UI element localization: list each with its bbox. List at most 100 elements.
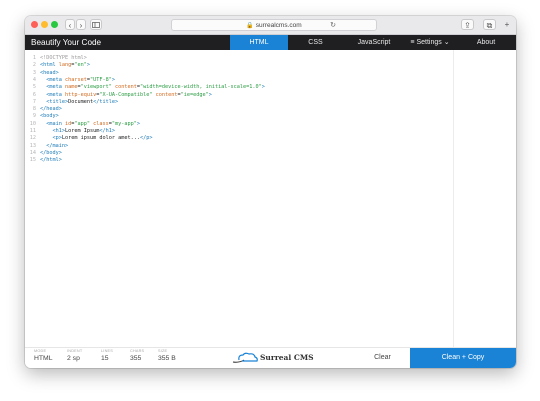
code-token: "X-UA-Compatible" bbox=[99, 91, 153, 98]
code-token: "ie=edge" bbox=[180, 91, 209, 98]
tab-css[interactable]: CSS bbox=[288, 35, 343, 50]
code-token: charset bbox=[65, 76, 87, 83]
code-token: "width=device-width, initial-scale=1.0" bbox=[139, 84, 262, 91]
code-token: </html> bbox=[40, 157, 62, 164]
line-number: 13 bbox=[29, 142, 36, 149]
code-token: "my-app" bbox=[111, 120, 137, 127]
code-line: </body> bbox=[40, 150, 62, 157]
settings-menu[interactable]: ≡ Settings ⌄ bbox=[405, 35, 455, 50]
line-number: 8 bbox=[32, 106, 36, 113]
stat-value: 355 B bbox=[158, 355, 176, 362]
tabs-overview-button[interactable]: ⧉ bbox=[483, 19, 496, 30]
code-token: "UTF-8" bbox=[90, 76, 112, 83]
code-line: <h1>Lorem Ipsum</h1> bbox=[40, 128, 115, 135]
line-number: 15 bbox=[29, 157, 36, 164]
code-token: > bbox=[136, 120, 140, 127]
about-link[interactable]: About bbox=[460, 35, 512, 50]
code-token: content bbox=[114, 84, 137, 91]
code-token: "en" bbox=[74, 62, 87, 69]
code-line: </html> bbox=[40, 157, 62, 164]
stat-lines: LINES 15 bbox=[101, 349, 113, 364]
code-line: <meta charset="UTF-8"> bbox=[40, 77, 115, 84]
code-token: <main bbox=[46, 120, 65, 127]
app-title: Beautify Your Code bbox=[31, 38, 102, 47]
code-line: <p>Lorem ipsum dolor amet...</p> bbox=[40, 135, 153, 142]
code-token: </head> bbox=[40, 106, 62, 113]
share-button[interactable]: ⇪ bbox=[461, 19, 474, 30]
status-footer: MODE HTML INDENT 2 sp LINES 15 CHARS 355… bbox=[25, 347, 516, 368]
code-line: <main id="app" class="my-app"> bbox=[40, 121, 140, 128]
new-tab-button[interactable]: + bbox=[501, 19, 513, 30]
code-token: <h1> bbox=[52, 128, 66, 134]
code-token: > bbox=[208, 91, 212, 98]
sidebar-toggle-button[interactable] bbox=[90, 19, 102, 30]
back-button[interactable]: ‹ bbox=[65, 19, 75, 30]
code-line: <html lang="en"> bbox=[40, 62, 90, 69]
code-token: > bbox=[261, 84, 265, 91]
stat-size: SIZE 355 B bbox=[158, 349, 176, 364]
code-token: Lorem ipsum dolor amet... bbox=[61, 135, 140, 142]
tab-html[interactable]: HTML bbox=[230, 35, 288, 50]
code-token: lang bbox=[58, 62, 72, 69]
code-line: <meta name="viewport" content="width=dev… bbox=[40, 84, 265, 91]
line-number: 2 bbox=[32, 62, 36, 69]
code-token: content bbox=[155, 91, 178, 98]
tabs-icon: ⧉ bbox=[486, 21, 493, 30]
code-token: </h1> bbox=[99, 128, 115, 134]
close-window-button[interactable] bbox=[31, 21, 38, 28]
minimize-window-button[interactable] bbox=[41, 21, 48, 28]
code-line: <meta http-equiv="X-UA-Compatible" conte… bbox=[40, 92, 212, 99]
line-number: 10 bbox=[29, 120, 36, 127]
code-token: <meta bbox=[46, 76, 65, 83]
chevron-left-icon: ‹ bbox=[68, 21, 72, 30]
stat-mode: MODE HTML bbox=[34, 349, 53, 364]
forward-button[interactable]: › bbox=[76, 19, 86, 30]
clean-copy-button[interactable]: Clean + Copy bbox=[410, 348, 516, 368]
stat-chars: CHARS 355 bbox=[130, 349, 144, 364]
stat-value: 2 sp bbox=[67, 355, 80, 362]
code-token: <meta bbox=[46, 91, 65, 98]
chevron-right-icon: › bbox=[79, 21, 83, 30]
code-line: </main> bbox=[40, 143, 68, 150]
code-token: Lorem Ipsum bbox=[65, 128, 100, 134]
clear-button[interactable]: Clear bbox=[355, 348, 410, 368]
code-token: name bbox=[65, 84, 78, 91]
tab-javascript[interactable]: JavaScript bbox=[343, 35, 405, 50]
stat-value: HTML bbox=[34, 355, 53, 362]
code-token: > bbox=[86, 62, 90, 69]
url-display: 🔒 surrealcms.com bbox=[172, 20, 376, 32]
line-number: 12 bbox=[29, 135, 36, 142]
code-token: "viewport" bbox=[80, 84, 112, 91]
editor-side-panel bbox=[453, 50, 516, 347]
address-bar[interactable]: 🔒 surrealcms.com ↻ bbox=[171, 19, 377, 31]
code-line: <head> bbox=[40, 70, 59, 77]
code-editor[interactable]: 1 <!DOCTYPE html> 2 <html lang="en"> 3 <head>… bbox=[25, 50, 453, 347]
code-token: Document bbox=[68, 98, 94, 105]
cloud-logo-icon bbox=[232, 352, 258, 363]
line-number: 7 bbox=[32, 98, 36, 105]
code-token: > bbox=[111, 76, 115, 83]
code-token: http-equiv bbox=[65, 91, 97, 98]
plus-icon: + bbox=[504, 20, 510, 29]
code-token: "app" bbox=[74, 120, 90, 127]
code-token: <!DOCTYPE html> bbox=[40, 55, 87, 61]
brand-name: Surreal CMS bbox=[260, 353, 314, 362]
lock-icon: 🔒 bbox=[246, 23, 254, 29]
browser-window: ‹ › 🔒surrealcms.com ↻ ⇪ ⧉ + Beautify Yo bbox=[25, 16, 516, 368]
code-token: <title> bbox=[46, 98, 69, 105]
code-token: </body> bbox=[40, 149, 62, 156]
sidebar-icon bbox=[92, 22, 100, 28]
code-line: <title>Document</title> bbox=[40, 99, 118, 106]
code-line: </head> bbox=[40, 106, 62, 113]
code-line: <body> bbox=[40, 113, 59, 120]
code-token: </p> bbox=[139, 135, 153, 142]
app-header: Beautify Your Code HTML CSS JavaScript ≡… bbox=[25, 35, 516, 50]
stat-value: 15 bbox=[101, 355, 109, 362]
line-number: 14 bbox=[29, 149, 36, 156]
line-number: 3 bbox=[32, 69, 36, 76]
zoom-window-button[interactable] bbox=[51, 21, 58, 28]
code-token: <meta bbox=[46, 84, 65, 91]
reload-icon[interactable]: ↻ bbox=[330, 20, 336, 31]
